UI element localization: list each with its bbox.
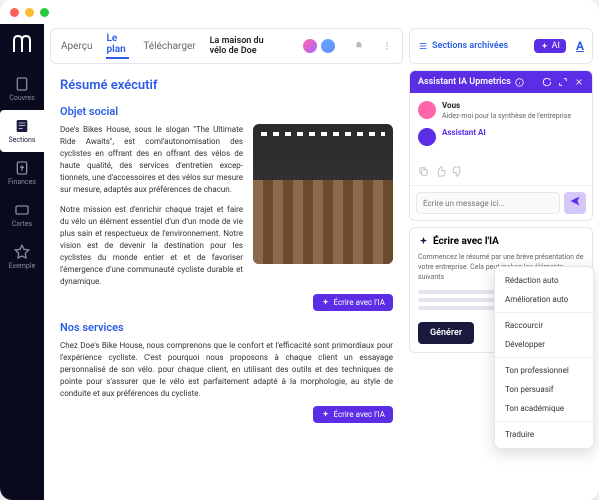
- write-with-ai-card: Écrire avec l'IA Commencez le résumé par…: [409, 227, 593, 353]
- sidebar-label: Finances: [8, 178, 36, 186]
- sidebar-label: Exemple: [9, 262, 36, 270]
- chat-messages: Vous Aidez-moi pour la synthèse de l'ent…: [410, 93, 592, 162]
- right-panel: Sections archivées AI A Assistant IA Upm…: [409, 24, 599, 500]
- app-window: Couvres Sections Finances Cartes Exemple: [0, 0, 599, 500]
- expand-icon[interactable]: [558, 77, 568, 87]
- write-with-ai-button[interactable]: Écrire avec l'IA: [313, 406, 393, 423]
- paragraph: Doe's Bikes House, sous le slogan "The U…: [60, 124, 243, 196]
- text-style-button[interactable]: A: [576, 39, 584, 53]
- dropdown-item-tone-academic[interactable]: Ton académique: [495, 399, 593, 418]
- sparkle-icon: [418, 236, 429, 247]
- refresh-icon[interactable]: [542, 77, 552, 87]
- close-icon[interactable]: [574, 77, 584, 87]
- chat-input-row: [410, 185, 592, 220]
- tab-overview[interactable]: Aperçu: [61, 41, 92, 52]
- send-icon: [569, 195, 581, 207]
- archived-sections-link[interactable]: Sections archivées: [418, 41, 508, 51]
- section-heading-services: Nos services: [60, 321, 393, 334]
- cards-icon: [14, 202, 30, 218]
- more-icon[interactable]: [382, 39, 392, 53]
- section-image: [253, 124, 393, 264]
- generate-button[interactable]: Générer: [418, 322, 474, 344]
- app-logo-icon: [10, 32, 34, 56]
- chat-title: Assistant IA Upmetrics: [418, 77, 511, 87]
- notifications-icon[interactable]: [354, 39, 364, 53]
- list-icon: [418, 41, 428, 51]
- dropdown-item-expand[interactable]: Développer: [495, 335, 593, 354]
- sidebar-label: Cartes: [12, 220, 33, 228]
- window-titlebar: [0, 0, 599, 24]
- dropdown-item-auto-write[interactable]: Rédaction auto: [495, 271, 593, 290]
- document-title: La maison du vélo de Doe: [210, 36, 283, 56]
- dropdown-item-translate[interactable]: Traduire: [495, 425, 593, 444]
- dropdown-item-tone-professional[interactable]: Ton professionnel: [495, 361, 593, 380]
- left-sidebar: Couvres Sections Finances Cartes Exemple: [0, 24, 44, 500]
- write-with-ai-button[interactable]: Écrire avec l'IA: [313, 294, 393, 311]
- maximize-window-dot[interactable]: [40, 8, 49, 17]
- thumbs-down-icon[interactable]: [452, 166, 463, 177]
- sidebar-item-example[interactable]: Exemple: [0, 236, 44, 278]
- sidebar-item-covers[interactable]: Couvres: [0, 68, 44, 110]
- chat-input[interactable]: [416, 192, 560, 214]
- thumbs-up-icon[interactable]: [435, 166, 446, 177]
- chat-message-user: Vous Aidez-moi pour la synthèse de l'ent…: [418, 101, 584, 120]
- message-sender: Assistant AI: [442, 128, 584, 137]
- ai-chat-panel: Assistant IA Upmetrics Vous: [409, 70, 593, 221]
- sidebar-item-sections[interactable]: Sections: [0, 110, 44, 152]
- send-button[interactable]: [564, 192, 586, 214]
- copy-icon[interactable]: [418, 166, 429, 177]
- avatar[interactable]: [302, 38, 318, 54]
- section-heading-objet: Objet social: [60, 105, 393, 118]
- avatar[interactable]: [320, 38, 336, 54]
- sparkle-icon: [540, 42, 549, 51]
- dropdown-item-auto-improve[interactable]: Amélioration auto: [495, 290, 593, 309]
- sidebar-label: Sections: [9, 136, 36, 144]
- paragraph: Notre mission est d'enrichir chaque traj…: [60, 204, 243, 288]
- minimize-window-dot[interactable]: [25, 8, 34, 17]
- page-title: Résumé exécutif: [60, 78, 393, 93]
- message-sender: Vous: [442, 101, 584, 110]
- bot-avatar-icon: [418, 128, 436, 146]
- dropdown-item-shorten[interactable]: Raccourcir: [495, 316, 593, 335]
- main-area: Aperçu Le plan Télécharger La maison du …: [44, 24, 599, 500]
- sidebar-item-cards[interactable]: Cartes: [0, 194, 44, 236]
- chat-message-bot: Assistant AI: [418, 128, 584, 146]
- sparkle-icon: [321, 410, 330, 419]
- finances-icon: [14, 160, 30, 176]
- covers-icon: [14, 76, 30, 92]
- content-column: Aperçu Le plan Télécharger La maison du …: [44, 24, 409, 500]
- document-body: Résumé exécutif Objet social Doe's Bikes…: [44, 68, 409, 500]
- section-objet: Doe's Bikes House, sous le slogan "The U…: [60, 124, 393, 288]
- collaborator-avatars: [302, 38, 336, 54]
- sections-icon: [14, 118, 30, 134]
- avatar: [418, 101, 436, 119]
- chat-feedback-row: [410, 162, 592, 181]
- chat-header: Assistant IA Upmetrics: [410, 71, 592, 93]
- paragraph: Chez Doe's Bike House, nous comprenons q…: [60, 340, 393, 400]
- app-body: Couvres Sections Finances Cartes Exemple: [0, 24, 599, 500]
- sidebar-label: Couvres: [9, 94, 34, 102]
- ai-options-dropdown: Rédaction auto Amélioration auto Raccour…: [494, 266, 594, 449]
- right-toolbar: Sections archivées AI A: [409, 28, 593, 64]
- tab-plan[interactable]: Le plan: [106, 33, 129, 59]
- dropdown-item-tone-persuasive[interactable]: Ton persuasif: [495, 380, 593, 399]
- info-icon[interactable]: [515, 78, 524, 87]
- tab-download[interactable]: Télécharger: [143, 41, 195, 52]
- top-toolbar: Aperçu Le plan Télécharger La maison du …: [50, 28, 403, 64]
- sidebar-item-finances[interactable]: Finances: [0, 152, 44, 194]
- write-card-title: Écrire avec l'IA: [418, 236, 584, 247]
- message-text: Aidez-moi pour la synthèse de l'entrepri…: [442, 112, 584, 120]
- close-window-dot[interactable]: [10, 8, 19, 17]
- section-text: Doe's Bikes House, sous le slogan "The U…: [60, 124, 243, 288]
- ai-badge[interactable]: AI: [534, 39, 566, 53]
- example-icon: [14, 244, 30, 260]
- sparkle-icon: [321, 298, 330, 307]
